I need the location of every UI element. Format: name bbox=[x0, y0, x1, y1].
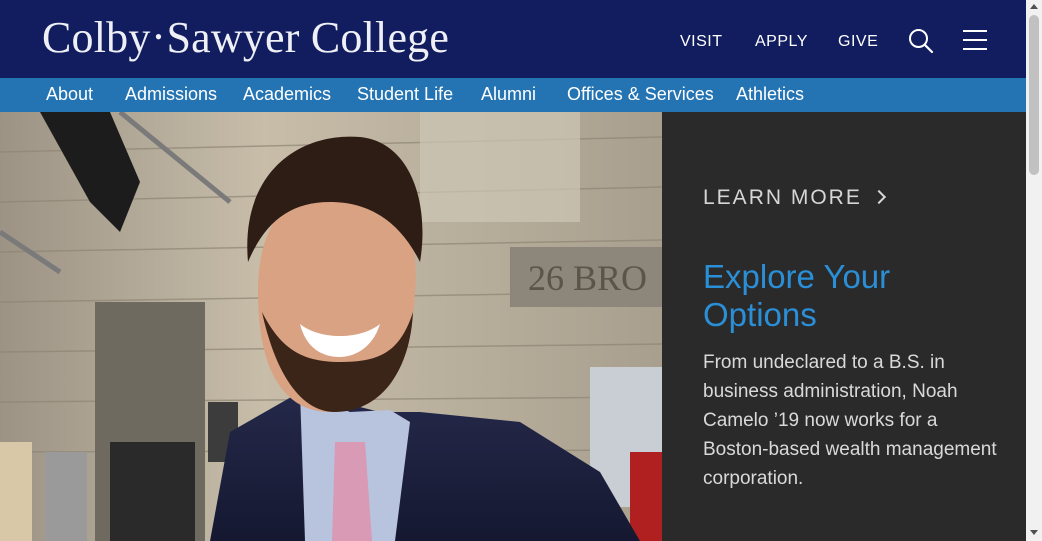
nav-item-offices-services[interactable]: Offices & Services bbox=[567, 84, 714, 105]
learn-more-link[interactable]: LEARN MORE bbox=[703, 186, 886, 210]
nav-item-alumni[interactable]: Alumni bbox=[481, 84, 536, 105]
nav-item-student-life[interactable]: Student Life bbox=[357, 84, 453, 105]
learn-more-label: LEARN MORE bbox=[703, 186, 862, 209]
logo-word-colby: Colby bbox=[42, 13, 151, 62]
scroll-up-arrow-icon[interactable] bbox=[1030, 4, 1038, 9]
give-link[interactable]: GIVE bbox=[838, 33, 878, 51]
site-header: Colby •Sawyer College VISIT APPLY GIVE bbox=[0, 0, 1026, 78]
feature-body: From undeclared to a B.S. in business ad… bbox=[703, 352, 997, 489]
chevron-right-icon bbox=[871, 189, 886, 205]
page-scrollbar[interactable] bbox=[1026, 0, 1042, 541]
hero-section: 26 BRO LEARN MORE Explore Your Options F… bbox=[0, 112, 1026, 541]
nav-item-academics[interactable]: Academics bbox=[243, 84, 331, 105]
nav-item-admissions[interactable]: Admissions bbox=[125, 84, 217, 105]
hamburger-menu-icon[interactable] bbox=[963, 30, 987, 52]
scroll-down-arrow-icon[interactable] bbox=[1030, 530, 1038, 535]
main-nav: About Admissions Academics Student Life … bbox=[0, 78, 1026, 112]
building-number-text: 26 BRO bbox=[528, 258, 647, 298]
search-icon[interactable] bbox=[908, 28, 934, 54]
site-logo[interactable]: Colby •Sawyer College bbox=[42, 10, 449, 73]
nav-item-about[interactable]: About bbox=[46, 84, 93, 105]
nav-item-athletics[interactable]: Athletics bbox=[736, 84, 804, 105]
logo-word-sawyer-college: Sawyer College bbox=[166, 13, 450, 62]
feature-headline[interactable]: Explore Your Options bbox=[703, 258, 1003, 334]
hero-photo: 26 BRO bbox=[0, 112, 662, 541]
logo-dot: • bbox=[154, 24, 163, 49]
apply-link[interactable]: APPLY bbox=[755, 33, 808, 51]
visit-link[interactable]: VISIT bbox=[680, 33, 723, 51]
scrollbar-thumb[interactable] bbox=[1029, 15, 1039, 175]
feature-panel: LEARN MORE Explore Your Options From und… bbox=[662, 112, 1026, 541]
